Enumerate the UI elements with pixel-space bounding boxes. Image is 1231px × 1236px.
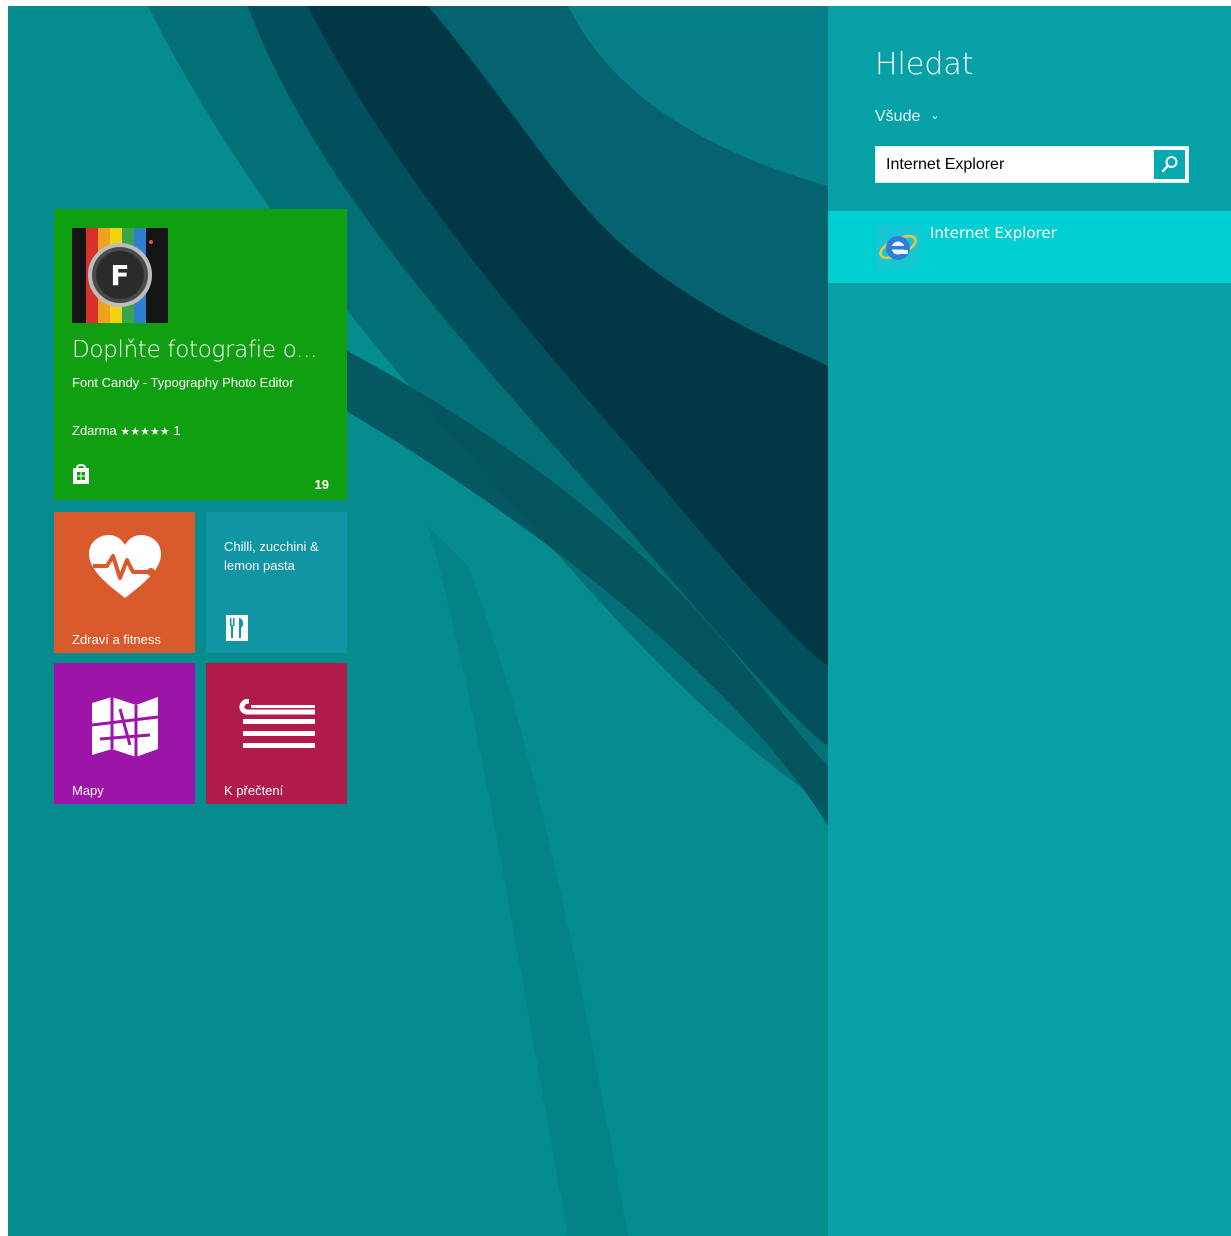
store-app-name: Font Candy - Typography Photo Editor	[72, 375, 294, 390]
health-tile-label: Zdraví a fitness	[72, 632, 161, 647]
recipe-title: Chilli, zucchini & lemon pasta	[224, 539, 319, 573]
maps-tile-label: Mapy	[72, 783, 104, 798]
search-charm-pane: Hledat Všude ⌄ Internet Explorer	[828, 6, 1231, 1236]
search-box	[875, 146, 1189, 183]
store-badge-count: 19	[314, 477, 329, 492]
search-input[interactable]	[876, 147, 1152, 182]
health-fitness-tile[interactable]: Zdraví a fitness	[54, 512, 195, 653]
reading-list-tile[interactable]: K přečtení	[206, 663, 347, 804]
internet-explorer-icon	[876, 225, 920, 269]
svg-text:F: F	[110, 259, 129, 292]
search-pane-title: Hledat	[875, 47, 974, 82]
search-result-label: Internet Explorer	[930, 224, 1057, 242]
map-icon	[91, 697, 159, 757]
store-price-rating: Zdarma ★★★★★ 1	[72, 423, 181, 438]
chevron-down-icon: ⌄	[930, 110, 940, 122]
store-headline: Doplňte fotografie o...	[72, 337, 318, 363]
search-button[interactable]	[1154, 150, 1185, 179]
search-scope-label: Všude	[875, 108, 921, 125]
fork-knife-icon	[226, 615, 248, 641]
store-bag-icon	[73, 464, 89, 484]
search-result-item[interactable]: Internet Explorer	[828, 211, 1231, 283]
rating-stars: ★★★★★	[120, 426, 170, 438]
store-tile[interactable]: F Doplňte fotografie o... Font Candy - T…	[54, 209, 347, 500]
reading-list-icon	[239, 699, 315, 748]
food-drink-tile[interactable]: Chilli, zucchini & lemon pasta	[206, 512, 347, 653]
rating-count: 1	[173, 423, 181, 438]
search-scope-dropdown[interactable]: Všude ⌄	[875, 108, 940, 126]
heart-pulse-icon	[89, 535, 161, 598]
maps-tile[interactable]: Mapy	[54, 663, 195, 804]
search-icon	[1161, 156, 1178, 173]
reading-tile-label: K přečtení	[224, 783, 284, 798]
font-candy-app-icon: F	[72, 228, 168, 323]
price-label: Zdarma	[72, 423, 117, 438]
start-screen: F Doplňte fotografie o... Font Candy - T…	[8, 6, 1231, 1236]
